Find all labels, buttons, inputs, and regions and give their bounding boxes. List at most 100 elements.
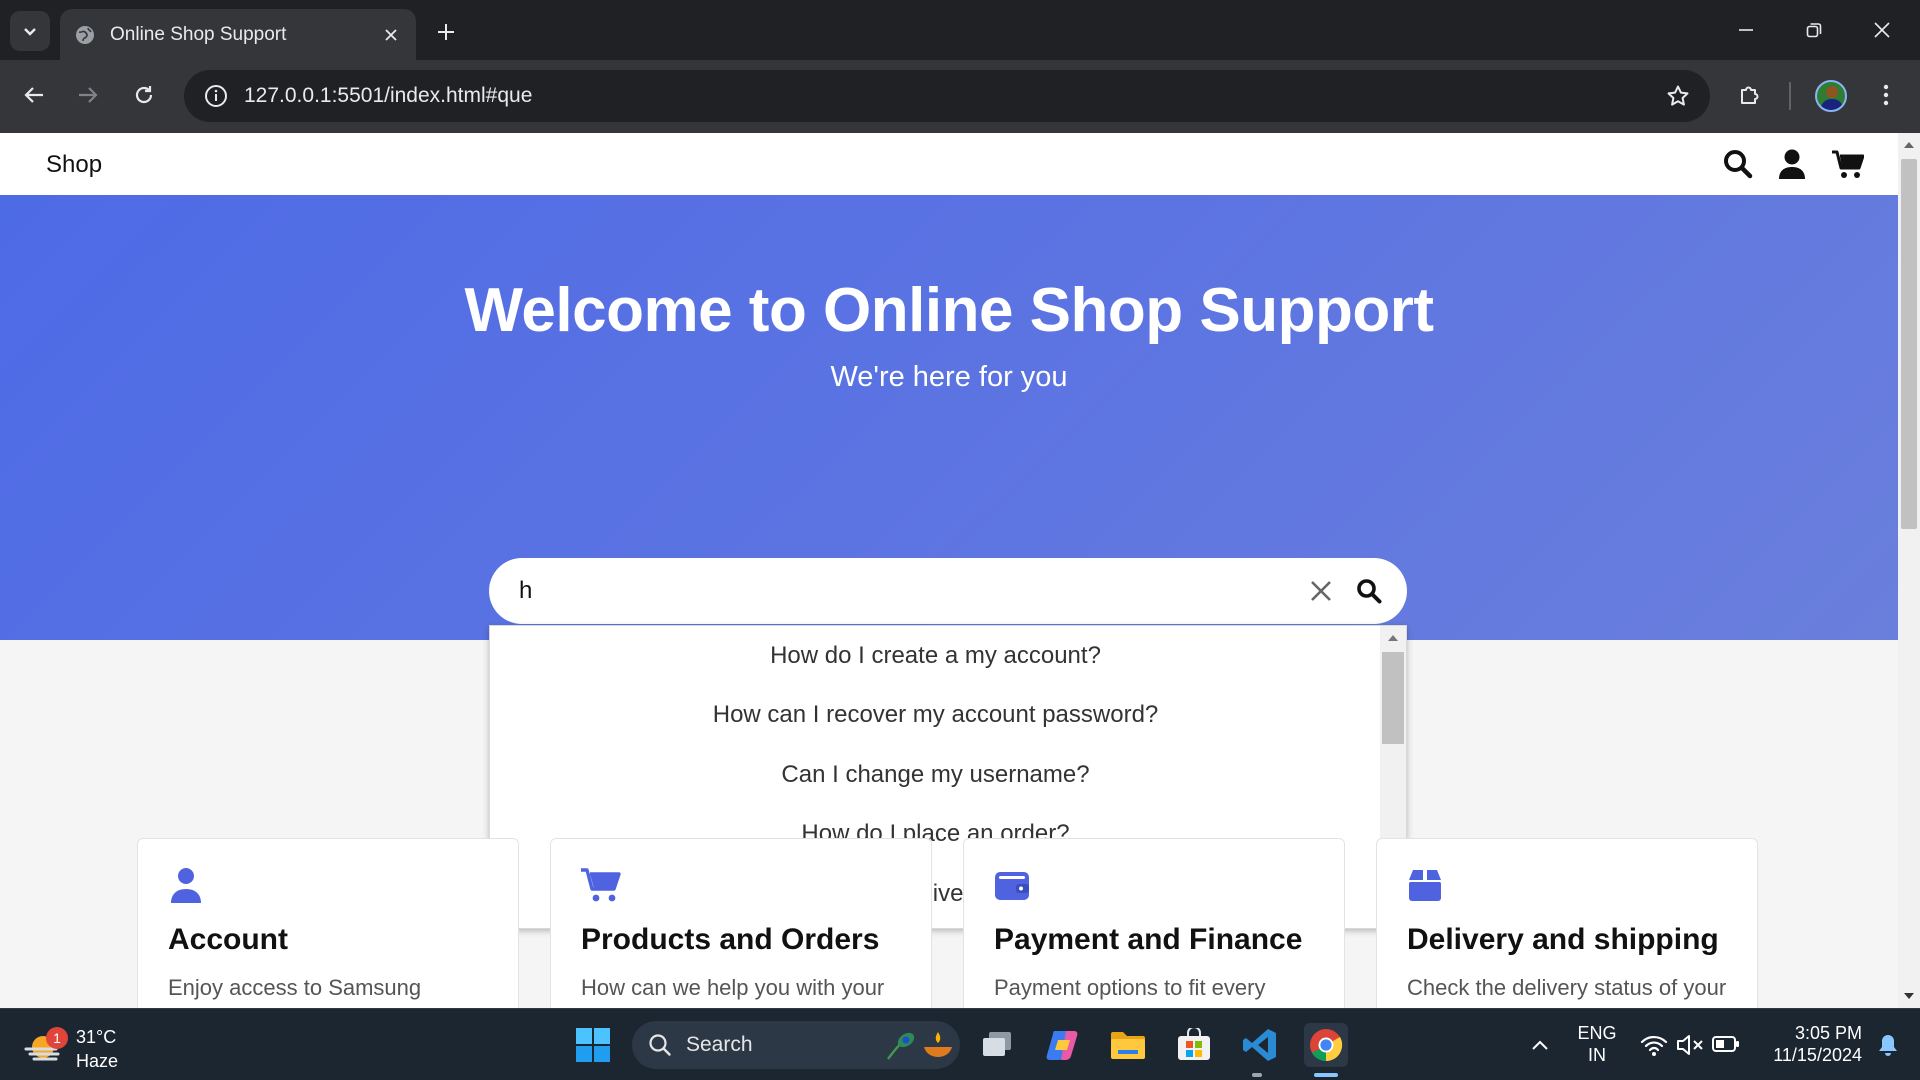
hero-subtitle: We're here for you (830, 361, 1068, 393)
header-cart-button[interactable] (1830, 146, 1866, 182)
page-scrollbar[interactable] (1898, 133, 1920, 1008)
vscode-button[interactable] (1238, 1023, 1282, 1067)
start-button[interactable] (571, 1023, 615, 1067)
tab-search-button[interactable] (10, 11, 50, 51)
notification-center-button[interactable] (1868, 1023, 1908, 1067)
page-viewport: Shop Welcome to Online Shop Support We'r… (0, 133, 1920, 1008)
header-account-button[interactable] (1774, 146, 1810, 182)
page-scroll-up-icon[interactable] (1898, 133, 1920, 157)
region-code: IN (1588, 1045, 1606, 1065)
address-bar[interactable]: 127.0.0.1:5501/index.html#que (184, 70, 1710, 122)
scroll-up-arrow-icon[interactable] (1380, 626, 1406, 650)
wallet-icon (995, 872, 1029, 900)
card-description: Enjoy access to Samsung services and app… (168, 975, 422, 1008)
category-card-products-orders[interactable]: Products and Orders How can we help you … (550, 838, 932, 1008)
globe-icon (74, 24, 96, 46)
browser-tab-active[interactable]: Online Shop Support (60, 9, 416, 60)
peacock-feather-icon (887, 1032, 915, 1060)
card-title: Delivery and shipping (1407, 923, 1719, 956)
chevron-down-icon (24, 28, 36, 36)
search-input[interactable]: h (519, 577, 1299, 605)
close-icon (1311, 581, 1331, 601)
restore-button[interactable] (1784, 6, 1844, 54)
site-info-icon[interactable] (190, 70, 242, 122)
plus-icon (438, 24, 454, 40)
suggestions-scrollbar-thumb[interactable] (1382, 652, 1404, 744)
store-icon (1178, 1028, 1210, 1060)
bookmark-star-icon[interactable] (1652, 70, 1704, 122)
extensions-button[interactable] (1730, 75, 1770, 115)
hero-title: Welcome to Online Shop Support (464, 276, 1434, 345)
card-description: Check the delivery status of your orders (1407, 975, 1727, 1008)
browser-tab-bar: Online Shop Support (0, 0, 1920, 60)
arrow-right-icon (79, 87, 98, 103)
weather-notification-badge: 1 (46, 1027, 68, 1049)
weather-widget[interactable]: 1 31°C Haze (24, 1019, 134, 1071)
category-card-delivery-shipping[interactable]: Delivery and shipping Check the delivery… (1376, 838, 1758, 1008)
task-view-button[interactable] (976, 1023, 1020, 1067)
card-title: Account (168, 923, 288, 956)
category-card-payment-finance[interactable]: Payment and Finance Payment options to f… (963, 838, 1345, 1008)
os-taskbar: 1 31°C Haze Search ENG IN 3:05 PM 11/15/… (0, 1008, 1920, 1080)
search-icon (1357, 579, 1382, 604)
url-text[interactable]: 127.0.0.1:5501/index.html#que (244, 84, 1652, 108)
microsoft-store-button[interactable] (1172, 1023, 1216, 1067)
chrome-icon (1310, 1029, 1343, 1062)
task-view-icon (983, 1032, 1011, 1056)
support-search-box[interactable]: h (489, 558, 1407, 624)
forward-button[interactable] (68, 75, 108, 115)
back-button[interactable] (14, 75, 54, 115)
copilot-button[interactable] (1040, 1023, 1084, 1067)
quick-settings-button[interactable] (1636, 1027, 1742, 1063)
brand-logo[interactable]: Shop (46, 151, 102, 179)
browser-toolbar: 127.0.0.1:5501/index.html#que (0, 60, 1920, 133)
clock-date: 11/15/2024 (1773, 1045, 1862, 1065)
profile-avatar[interactable] (1815, 80, 1847, 112)
battery-icon (1712, 1036, 1739, 1052)
taskbar-search-label: Search (686, 1033, 753, 1056)
language-code: ENG (1577, 1023, 1617, 1043)
card-title: Payment and Finance (994, 923, 1303, 956)
weather-temperature: 31°C (76, 1027, 117, 1047)
card-title: Products and Orders (581, 923, 880, 956)
page-scrollbar-thumb[interactable] (1901, 159, 1917, 529)
user-icon (1779, 149, 1805, 179)
tab-title: Online Shop Support (110, 23, 287, 45)
more-vertical-icon (1883, 84, 1889, 106)
header-search-button[interactable] (1720, 146, 1756, 182)
taskbar-search[interactable]: Search (632, 1021, 960, 1069)
cart-icon (1832, 150, 1864, 178)
close-window-button[interactable] (1852, 6, 1912, 54)
clock[interactable]: 3:05 PM 11/15/2024 (1752, 1023, 1862, 1067)
show-hidden-icons-button[interactable] (1518, 1023, 1562, 1067)
search-submit-button[interactable] (1347, 569, 1391, 613)
windows-logo-icon (576, 1028, 610, 1062)
chrome-button[interactable] (1304, 1023, 1348, 1067)
close-icon (1874, 22, 1890, 38)
bell-icon (1879, 1035, 1897, 1056)
speaker-muted-icon (1677, 1035, 1703, 1055)
suggestion-item[interactable]: How can I recover my account password? (490, 686, 1381, 746)
weather-description: Haze (76, 1051, 119, 1071)
user-icon (171, 868, 201, 903)
close-icon (385, 28, 397, 41)
arrow-left-icon (24, 87, 43, 103)
site-header: Shop (0, 133, 1898, 195)
language-indicator[interactable]: ENG IN (1572, 1023, 1622, 1067)
tab-close-button[interactable] (376, 20, 406, 50)
vscode-running-indicator (1252, 1073, 1262, 1077)
reload-button[interactable] (124, 75, 164, 115)
browser-menu-button[interactable] (1866, 75, 1906, 115)
chrome-active-indicator (1314, 1073, 1338, 1077)
minimize-button[interactable] (1716, 6, 1776, 54)
wifi-icon (1640, 1035, 1668, 1056)
page-scroll-down-icon[interactable] (1898, 984, 1920, 1008)
suggestion-item[interactable]: How do I create a my account? (490, 626, 1381, 686)
copilot-icon (1046, 1031, 1078, 1060)
suggestion-item[interactable]: Can I change my username? (490, 745, 1381, 805)
category-card-account[interactable]: Account Enjoy access to Samsung services… (137, 838, 519, 1008)
clear-search-button[interactable] (1299, 569, 1343, 613)
file-explorer-button[interactable] (1106, 1023, 1150, 1067)
card-description: How can we help you with your order? (581, 975, 885, 1008)
new-tab-button[interactable] (428, 14, 464, 50)
